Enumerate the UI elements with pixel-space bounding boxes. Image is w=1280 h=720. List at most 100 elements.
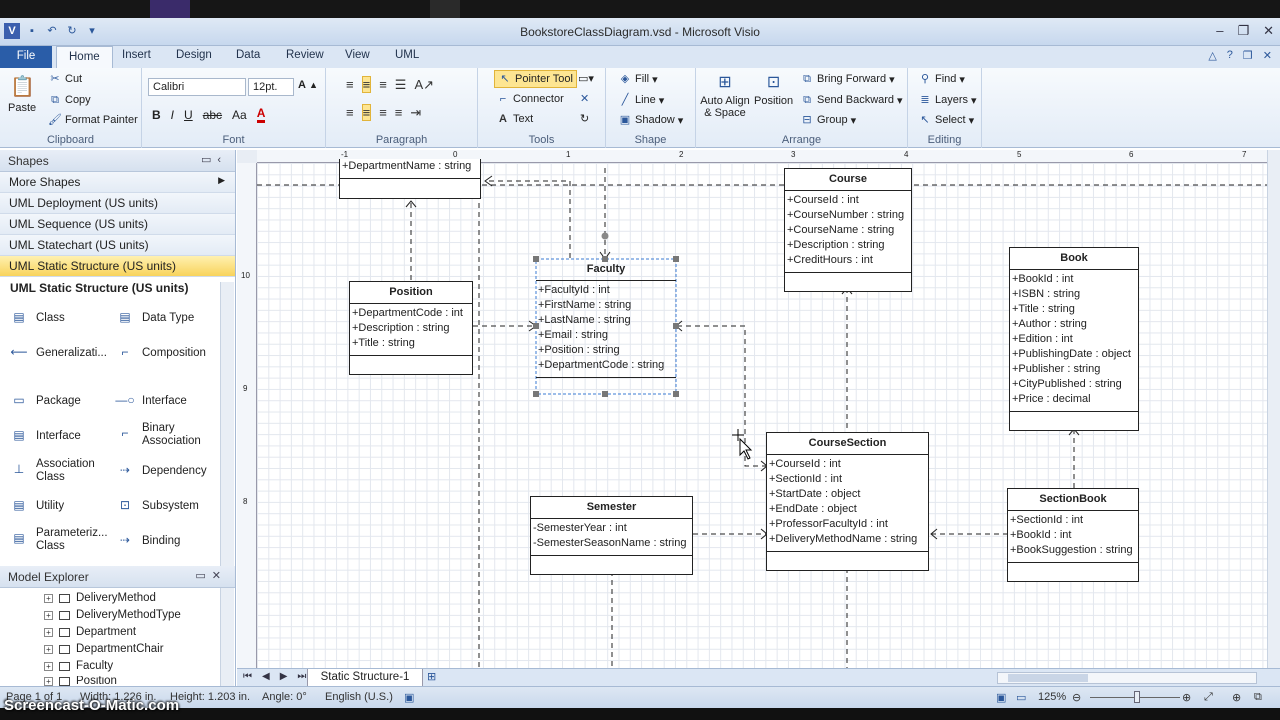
strikethrough-icon[interactable]: abc — [203, 108, 222, 122]
position-button[interactable]: ⊡ Position — [754, 72, 793, 107]
class-course[interactable]: Course +CourseId : int +CourseNumber : s… — [784, 168, 912, 292]
shape-generalization[interactable]: ⟵ Generalizati... — [8, 345, 107, 361]
pointer-tool-button[interactable]: ↖ Pointer Tool — [494, 70, 577, 88]
doc-close-icon[interactable]: ✕ — [1263, 49, 1272, 62]
tab-file[interactable]: File — [0, 46, 52, 68]
tree-item[interactable]: + Faculty — [44, 660, 113, 672]
auto-align-button[interactable]: ⊞ Auto Align & Space — [698, 72, 752, 119]
zoom-in-icon[interactable]: ⊕ — [1182, 691, 1191, 704]
macro-record-icon[interactable]: ▣ — [404, 691, 414, 704]
shape-subsystem[interactable]: ⊡ Subsystem — [114, 498, 199, 514]
restore-icon[interactable]: ❐ — [1237, 23, 1249, 39]
line-button[interactable]: ╱ Line ▾ — [618, 93, 665, 107]
tree-item[interactable]: + DeliveryMethodType — [44, 609, 181, 621]
status-language[interactable]: English (U.S.) — [325, 691, 393, 703]
shape-parameterized-class[interactable]: ▤ Parameteriz... Class — [8, 527, 112, 553]
fullscreen-icon[interactable]: ▭ — [1016, 691, 1026, 704]
bullets-icon[interactable]: ☰ — [395, 77, 407, 93]
shape-package[interactable]: ▭ Package — [8, 393, 80, 409]
stencil-uml-sequence[interactable]: UML Sequence (US units) — [0, 214, 235, 235]
view-mode-icon[interactable]: ▣ — [996, 691, 1006, 704]
more-shapes-item[interactable]: More Shapes ▶ — [0, 172, 235, 193]
tab-design[interactable]: Design — [176, 49, 212, 61]
bold-icon[interactable]: B — [152, 108, 161, 122]
shapes-scrollbar[interactable] — [220, 282, 234, 566]
select-button[interactable]: ↖ Select ▾ — [918, 113, 974, 127]
shape-data-type[interactable]: ▤ Data Type — [114, 310, 194, 326]
switch-windows-icon[interactable]: ⧉ — [1254, 691, 1262, 704]
group-button[interactable]: ⊟ Group ▾ — [800, 113, 856, 127]
tree-item[interactable]: + Department — [44, 626, 136, 638]
last-page-icon[interactable]: ⏭ — [297, 671, 306, 682]
close-icon[interactable]: ✕ — [1263, 23, 1274, 39]
minimize-ribbon-icon[interactable]: △ — [1208, 49, 1216, 62]
rectangle-tool-icon[interactable]: ▭▾ — [578, 72, 594, 85]
shape-association-class[interactable]: ⊥ Association Class — [8, 458, 112, 484]
align-bottom-icon[interactable]: ≡ — [379, 77, 387, 92]
class-faculty[interactable]: Faculty +FacultyId : int +FirstName : st… — [536, 259, 676, 378]
send-backward-button[interactable]: ⧉ Send Backward ▾ — [800, 93, 903, 107]
shape-interface-lollipop[interactable]: —○ Interface — [114, 393, 186, 409]
tab-view[interactable]: View — [345, 49, 370, 61]
connector-faculty-top-a[interactable] — [487, 180, 571, 258]
connector-faculty-coursesection[interactable] — [677, 325, 767, 467]
shape-interface[interactable]: ▤ Interface — [8, 428, 80, 444]
align-right-icon[interactable]: ≡ — [379, 105, 387, 120]
tab-uml[interactable]: UML — [395, 49, 419, 61]
shape-dependency[interactable]: ⇢ Dependency — [114, 463, 207, 479]
paste-button[interactable]: 📋 Paste — [8, 74, 36, 114]
align-top-icon[interactable]: ≡ — [346, 77, 354, 92]
case-icon[interactable]: Aa — [232, 108, 247, 122]
rotation-handle[interactable] — [601, 232, 609, 240]
class-semester[interactable]: Semester -SemesterYear : int -SemesterSe… — [530, 496, 693, 575]
text-direction-icon[interactable]: A↗ — [414, 77, 434, 93]
drawing-page[interactable]: +DepartmentName : string Position +Depar… — [257, 159, 1267, 668]
font-color-icon[interactable]: A — [256, 106, 266, 123]
pane-controls[interactable]: ▭✕ — [195, 569, 227, 582]
rotate-icon[interactable]: ↻ — [580, 112, 589, 125]
tab-data[interactable]: Data — [236, 49, 260, 61]
underline-icon[interactable]: U — [184, 108, 193, 122]
tree-item[interactable]: + DeliveryMethod — [44, 592, 156, 604]
bring-forward-button[interactable]: ⧉ Bring Forward ▾ — [800, 72, 895, 86]
shape-binding[interactable]: ⇢ Binding — [114, 533, 180, 549]
text-tool-button[interactable]: A Text — [496, 112, 533, 126]
scrollbar-thumb[interactable] — [1008, 674, 1088, 682]
stencil-uml-static-structure[interactable]: UML Static Structure (US units) — [0, 256, 235, 277]
help-icon[interactable]: ? — [1227, 49, 1233, 62]
cut-button[interactable]: ✂ Cut — [48, 72, 82, 86]
shape-binary-association[interactable]: ⌐ Binary Association — [114, 422, 214, 448]
justify-icon[interactable]: ≡ — [395, 105, 403, 120]
fit-page-icon[interactable]: ⤢ — [1204, 691, 1213, 704]
find-button[interactable]: ⚲ Find ▾ — [918, 72, 965, 86]
insert-page-icon[interactable]: ⊞ — [427, 670, 436, 683]
pan-zoom-icon[interactable]: ⊕ — [1232, 691, 1241, 704]
grow-font-icon[interactable]: A ▲ — [298, 79, 318, 91]
align-center-icon[interactable]: ≡ — [361, 104, 372, 121]
class-top-partial[interactable]: +DepartmentName : string — [339, 159, 481, 199]
tree-item[interactable]: + Position — [44, 676, 117, 686]
font-size-select[interactable]: 12pt. — [248, 78, 294, 96]
align-left-icon[interactable]: ≡ — [346, 105, 354, 120]
horizontal-scrollbar[interactable] — [997, 672, 1257, 684]
first-page-icon[interactable]: ⏮ — [243, 671, 252, 682]
pane-controls[interactable]: ▭‹ — [201, 153, 227, 166]
connector-button[interactable]: ⌐ Connector — [496, 92, 564, 106]
italic-icon[interactable]: I — [171, 108, 174, 122]
doc-restore-icon[interactable]: ❐ — [1243, 49, 1253, 62]
shape-composition[interactable]: ⌐ Composition — [114, 345, 205, 361]
stencil-uml-statechart[interactable]: UML Statechart (US units) — [0, 235, 235, 256]
class-book[interactable]: Book +BookId : int +ISBN : string +Title… — [1009, 247, 1139, 431]
tree-item[interactable]: + DepartmentChair — [44, 643, 164, 655]
tab-static-structure-1[interactable]: Static Structure-1 — [307, 669, 423, 687]
prev-page-icon[interactable]: ◀ — [262, 671, 270, 682]
next-page-icon[interactable]: ▶ — [280, 671, 288, 682]
tab-home[interactable]: Home — [56, 46, 113, 69]
font-family-select[interactable]: Calibri — [148, 78, 246, 96]
minimize-icon[interactable]: – — [1216, 23, 1223, 39]
explorer-scrollbar[interactable] — [220, 588, 234, 686]
canvas-vertical-scrollbar[interactable] — [1267, 150, 1280, 668]
fill-button[interactable]: ◈ Fill ▾ — [618, 72, 658, 86]
zoom-level[interactable]: 125% — [1038, 691, 1066, 703]
class-position[interactable]: Position +DepartmentCode : int +Descript… — [349, 281, 473, 375]
